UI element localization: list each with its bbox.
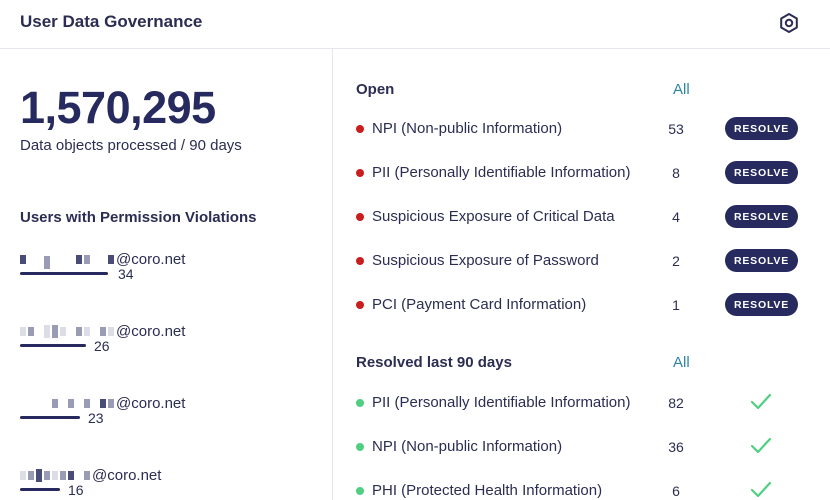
issue-count: 1 — [672, 297, 680, 313]
resolve-button[interactable]: RESOLVE — [725, 249, 798, 272]
check-icon — [750, 393, 772, 410]
issue-label: NPI (Non-public Information) — [372, 438, 563, 455]
status-dot — [356, 301, 364, 309]
redacted-username — [20, 252, 116, 269]
user-violation-row[interactable]: @coro.net 16 — [20, 466, 300, 500]
redacted-username — [20, 324, 116, 338]
violation-count: 23 — [88, 410, 104, 426]
issue-count: 53 — [668, 121, 684, 137]
issue-label: PII (Personally Identifiable Information… — [372, 164, 631, 181]
resolve-button[interactable]: RESOLVE — [725, 293, 798, 316]
issue-label: NPI (Non-public Information) — [372, 120, 563, 137]
resolve-button[interactable]: RESOLVE — [725, 161, 798, 184]
open-issue-row: PII (Personally Identifiable Information… — [356, 159, 806, 189]
open-issue-row: NPI (Non-public Information) 53 RESOLVE — [356, 115, 806, 145]
column-divider — [332, 49, 333, 500]
status-dot — [356, 125, 364, 133]
issue-count: 6 — [672, 483, 680, 499]
resolved-issue-row: NPI (Non-public Information) 36 — [356, 433, 806, 463]
violation-bar — [20, 272, 108, 275]
header: User Data Governance — [0, 0, 830, 49]
resolve-button[interactable]: RESOLVE — [725, 117, 798, 140]
violation-count: 26 — [94, 338, 110, 354]
resolved-issue-row: PHI (Protected Health Information) 6 — [356, 477, 806, 500]
issue-label: PII (Personally Identifiable Information… — [372, 394, 631, 411]
processed-caption: Data objects processed / 90 days — [20, 137, 242, 154]
user-email: @coro.net — [20, 250, 185, 269]
resolved-issue-row: PII (Personally Identifiable Information… — [356, 389, 806, 419]
redacted-username — [20, 396, 116, 410]
status-dot — [356, 399, 364, 407]
check-icon — [750, 437, 772, 454]
user-violation-row[interactable]: @coro.net 23 — [20, 394, 300, 444]
issue-count: 2 — [672, 253, 680, 269]
issue-label: Suspicious Exposure of Critical Data — [372, 208, 615, 225]
violation-bar — [20, 416, 80, 419]
issue-count: 4 — [672, 209, 680, 225]
issue-count: 82 — [668, 395, 684, 411]
resolved-all-link[interactable]: All — [673, 354, 690, 371]
issue-count: 8 — [672, 165, 680, 181]
issue-label: Suspicious Exposure of Password — [372, 252, 599, 269]
issue-count: 36 — [668, 439, 684, 455]
violation-bar — [20, 488, 60, 491]
open-issue-row: Suspicious Exposure of Critical Data 4 R… — [356, 203, 806, 233]
open-issue-row: PCI (Payment Card Information) 1 RESOLVE — [356, 291, 806, 321]
check-icon — [750, 481, 772, 498]
redacted-username — [20, 468, 92, 482]
processed-count: 1,570,295 — [20, 82, 216, 133]
status-dot — [356, 169, 364, 177]
user-email: @coro.net — [20, 466, 161, 484]
open-section-title: Open — [356, 81, 395, 98]
resolved-section-title: Resolved last 90 days — [356, 354, 512, 371]
page-title: User Data Governance — [20, 12, 203, 31]
user-violation-row[interactable]: @coro.net 26 — [20, 322, 300, 372]
status-dot — [356, 443, 364, 451]
settings-icon[interactable] — [776, 10, 802, 36]
status-dot — [356, 213, 364, 221]
open-issue-row: Suspicious Exposure of Password 2 RESOLV… — [356, 247, 806, 277]
violation-bar — [20, 344, 86, 347]
violations-title: Users with Permission Violations — [20, 209, 257, 226]
status-dot — [356, 487, 364, 495]
open-all-link[interactable]: All — [673, 81, 690, 98]
issue-label: PCI (Payment Card Information) — [372, 296, 587, 313]
issue-label: PHI (Protected Health Information) — [372, 482, 603, 499]
violation-count: 16 — [68, 482, 84, 498]
status-dot — [356, 257, 364, 265]
resolve-button[interactable]: RESOLVE — [725, 205, 798, 228]
user-violation-row[interactable]: @coro.net 34 — [20, 250, 300, 300]
violation-count: 34 — [118, 266, 134, 282]
